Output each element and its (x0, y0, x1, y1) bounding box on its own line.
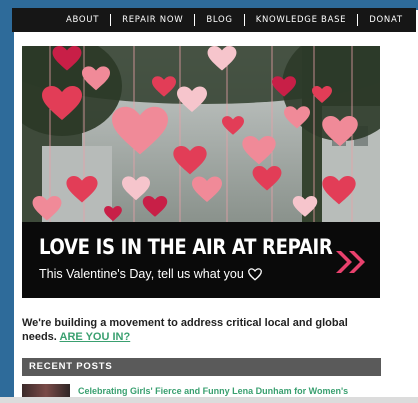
double-chevron-right-icon[interactable] (334, 249, 368, 275)
nav-divider (357, 14, 359, 26)
top-navigation: ABOUT REPAIR NOW BLOG KNOWLEDGE BASE DON… (12, 8, 416, 32)
hearts-photo (22, 46, 380, 222)
nav-about[interactable]: ABOUT (66, 15, 99, 25)
nav-knowledge-base[interactable]: KNOWLEDGE BASE (256, 15, 347, 25)
nav-divider (110, 14, 112, 26)
intro-text-block: We're building a movement to address cri… (22, 316, 362, 344)
bottom-strip (0, 397, 418, 403)
are-you-in-link[interactable]: ARE YOU IN? (60, 331, 131, 343)
heart-outline-icon (247, 267, 262, 281)
banner-subtitle-row: This Valentine's Day, tell us what you (39, 267, 262, 281)
banner-title: LOVE IS IN THE AIR AT REPAIR (39, 235, 333, 259)
banner-caption-bar: LOVE IS IN THE AIR AT REPAIR This Valent… (22, 222, 380, 298)
nav-donate[interactable]: DONAT (369, 15, 402, 25)
post-title-link[interactable]: Celebrating Girls' Fierce and Funny Lena… (78, 386, 348, 396)
banner-subtitle: This Valentine's Day, tell us what you (39, 267, 244, 281)
recent-posts-heading: RECENT POSTS (22, 358, 381, 376)
nav-divider (243, 14, 245, 26)
nav-blog[interactable]: BLOG (206, 15, 232, 25)
valentines-banner[interactable]: LOVE IS IN THE AIR AT REPAIR This Valent… (22, 46, 380, 298)
post-thumbnail[interactable] (22, 384, 70, 398)
nav-divider (194, 14, 196, 26)
nav-repair-now[interactable]: REPAIR NOW (122, 15, 183, 25)
